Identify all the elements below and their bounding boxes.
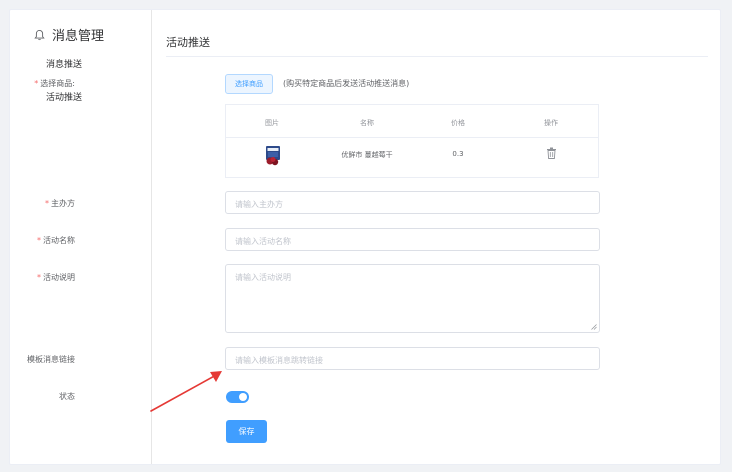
activity-desc-placeholder: 请输入活动说明 <box>235 273 291 282</box>
activity-name-label: * 活动名称 <box>37 236 75 245</box>
title-divider <box>166 56 708 57</box>
product-thumbnail <box>266 146 280 166</box>
product-name: 优鲜市 蔓越莓干 <box>341 151 393 159</box>
table-header-name: 名称 <box>360 119 374 127</box>
bell-icon <box>34 29 45 40</box>
activity-name-input[interactable]: 请输入活动名称 <box>225 228 600 251</box>
template-link-input[interactable]: 请输入模板消息跳转链接 <box>225 347 600 370</box>
organizer-label: * 主办方 <box>45 199 75 208</box>
table-header-row: 图片 名称 价格 操作 <box>226 105 598 138</box>
select-goods-button[interactable]: 选择商品 <box>225 74 273 94</box>
required-marker: * <box>37 273 41 282</box>
select-goods-label: * 选择商品: <box>34 79 75 88</box>
main-content: 活动推送 * 选择商品: 选择商品 (购买特定商品后发送活动推送消息) 图片 名称… <box>27 10 720 464</box>
page-title: 活动推送 <box>166 36 210 49</box>
activity-desc-label: * 活动说明 <box>37 273 75 282</box>
product-price: 0.3 <box>452 150 464 158</box>
resize-handle-icon[interactable] <box>591 324 597 330</box>
template-link-label: 模板消息链接 <box>27 355 75 364</box>
table-header-action: 操作 <box>544 119 558 127</box>
sidebar: 消息管理 消息推送 活动推送 <box>10 10 152 464</box>
sidebar-item-activity-push[interactable]: 活动推送 <box>46 90 82 103</box>
main-card: 消息管理 消息推送 活动推送 活动推送 * 选择商品: 选择商品 (购买特定商品后… <box>9 9 721 465</box>
select-goods-hint: (购买特定商品后发送活动推送消息) <box>283 79 410 88</box>
table-header-price: 价格 <box>451 119 465 127</box>
status-label: 状态 <box>59 392 75 401</box>
sidebar-item-message-push[interactable]: 消息推送 <box>46 57 82 70</box>
sidebar-menu-title-label: 消息管理 <box>52 29 105 44</box>
trash-icon[interactable] <box>546 147 557 159</box>
table-header-image: 图片 <box>265 119 279 127</box>
organizer-input[interactable]: 请输入主办方 <box>225 191 600 214</box>
required-marker: * <box>34 79 39 88</box>
activity-desc-textarea[interactable]: 请输入活动说明 <box>225 264 600 333</box>
required-marker: * <box>45 199 49 208</box>
sidebar-menu-title[interactable]: 消息管理 <box>34 25 104 44</box>
save-button[interactable]: 保存 <box>226 420 267 443</box>
required-marker: * <box>37 236 41 245</box>
goods-table: 图片 名称 价格 操作 优鲜市 蔓越莓干 0.3 <box>225 104 599 178</box>
annotation-arrow-icon <box>150 371 222 412</box>
